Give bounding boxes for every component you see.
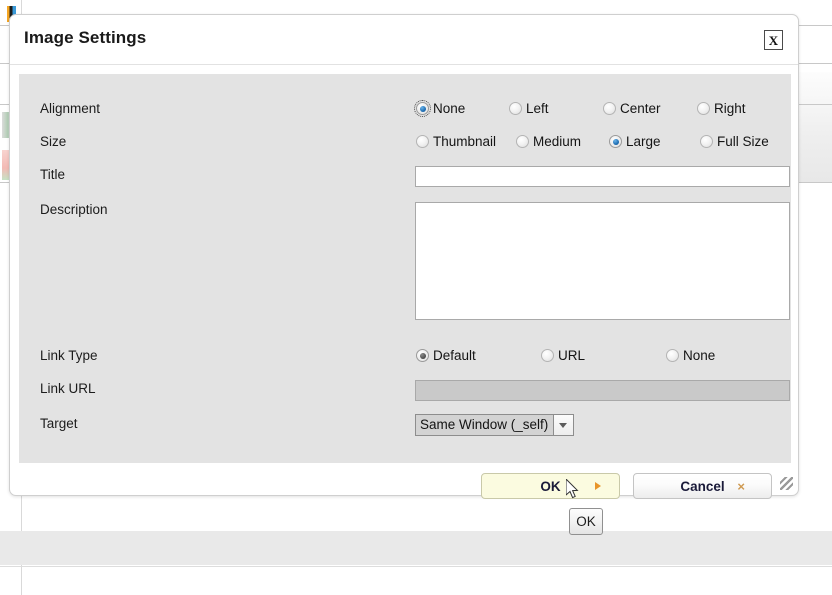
radio-dot-icon <box>697 102 710 115</box>
target-select-value: Same Window (_self) <box>416 415 553 435</box>
radio-linktype-none[interactable]: None <box>666 348 715 363</box>
radio-label: Default <box>433 348 476 363</box>
radio-dot-icon <box>603 102 616 115</box>
label-title: Title <box>40 167 65 182</box>
radio-dot-icon <box>609 135 622 148</box>
close-x-icon[interactable]: X <box>764 30 783 50</box>
radio-dot-icon <box>666 349 679 362</box>
label-link-type: Link Type <box>40 348 98 363</box>
dialog-header: Image Settings X <box>10 15 798 65</box>
play-triangle-icon <box>595 482 601 490</box>
radio-dot-icon <box>509 102 522 115</box>
chevron-down-icon <box>553 415 573 435</box>
cancel-button[interactable]: Cancel × <box>633 473 772 499</box>
radio-size-thumbnail[interactable]: Thumbnail <box>416 134 496 149</box>
radio-label: Thumbnail <box>433 134 496 149</box>
background-footer-band <box>0 531 832 565</box>
radio-linktype-url[interactable]: URL <box>541 348 585 363</box>
page-ok-label: OK <box>576 514 596 529</box>
description-textarea[interactable] <box>415 202 790 320</box>
radio-linktype-default[interactable]: Default <box>416 348 476 363</box>
radio-dot-icon <box>416 102 429 115</box>
ok-button[interactable]: OK <box>481 473 620 499</box>
label-description: Description <box>40 202 108 217</box>
page-ok-button[interactable]: OK <box>569 508 603 535</box>
radio-label: Left <box>526 101 549 116</box>
radio-alignment-center[interactable]: Center <box>603 101 661 116</box>
target-select[interactable]: Same Window (_self) <box>415 414 574 436</box>
radio-label: Center <box>620 101 661 116</box>
ok-button-label: OK <box>540 479 560 494</box>
label-target: Target <box>40 416 78 431</box>
dialog-body: Alignment None Left Center Right <box>19 74 791 463</box>
cancel-button-label: Cancel <box>680 479 724 494</box>
image-settings-dialog: Image Settings X Alignment None Left Cen… <box>9 14 799 496</box>
background-footer-rule <box>0 566 832 567</box>
dialog-footer: OK Cancel × <box>19 465 791 487</box>
radio-dot-icon <box>700 135 713 148</box>
radio-dot-icon <box>541 349 554 362</box>
resize-grip-icon[interactable] <box>780 477 793 490</box>
radio-size-fullsize[interactable]: Full Size <box>700 134 769 149</box>
screen: Image Settings X Alignment None Left Cen… <box>0 0 832 595</box>
radio-label: None <box>433 101 465 116</box>
label-link-url: Link URL <box>40 381 96 396</box>
radio-label: Full Size <box>717 134 769 149</box>
radio-alignment-right[interactable]: Right <box>697 101 746 116</box>
cancel-x-icon: × <box>737 479 745 494</box>
label-alignment: Alignment <box>40 101 100 116</box>
radio-label: None <box>683 348 715 363</box>
radio-alignment-none[interactable]: None <box>416 101 465 116</box>
label-size: Size <box>40 134 66 149</box>
radio-label: Medium <box>533 134 581 149</box>
radio-alignment-left[interactable]: Left <box>509 101 549 116</box>
radio-dot-icon <box>416 349 429 362</box>
dialog-title: Image Settings <box>24 28 146 48</box>
radio-label: Right <box>714 101 746 116</box>
radio-size-medium[interactable]: Medium <box>516 134 581 149</box>
radio-dot-icon <box>516 135 529 148</box>
radio-dot-icon <box>416 135 429 148</box>
radio-label: URL <box>558 348 585 363</box>
radio-label: Large <box>626 134 661 149</box>
title-input[interactable] <box>415 166 790 187</box>
radio-size-large[interactable]: Large <box>609 134 661 149</box>
link-url-input[interactable] <box>415 380 790 401</box>
